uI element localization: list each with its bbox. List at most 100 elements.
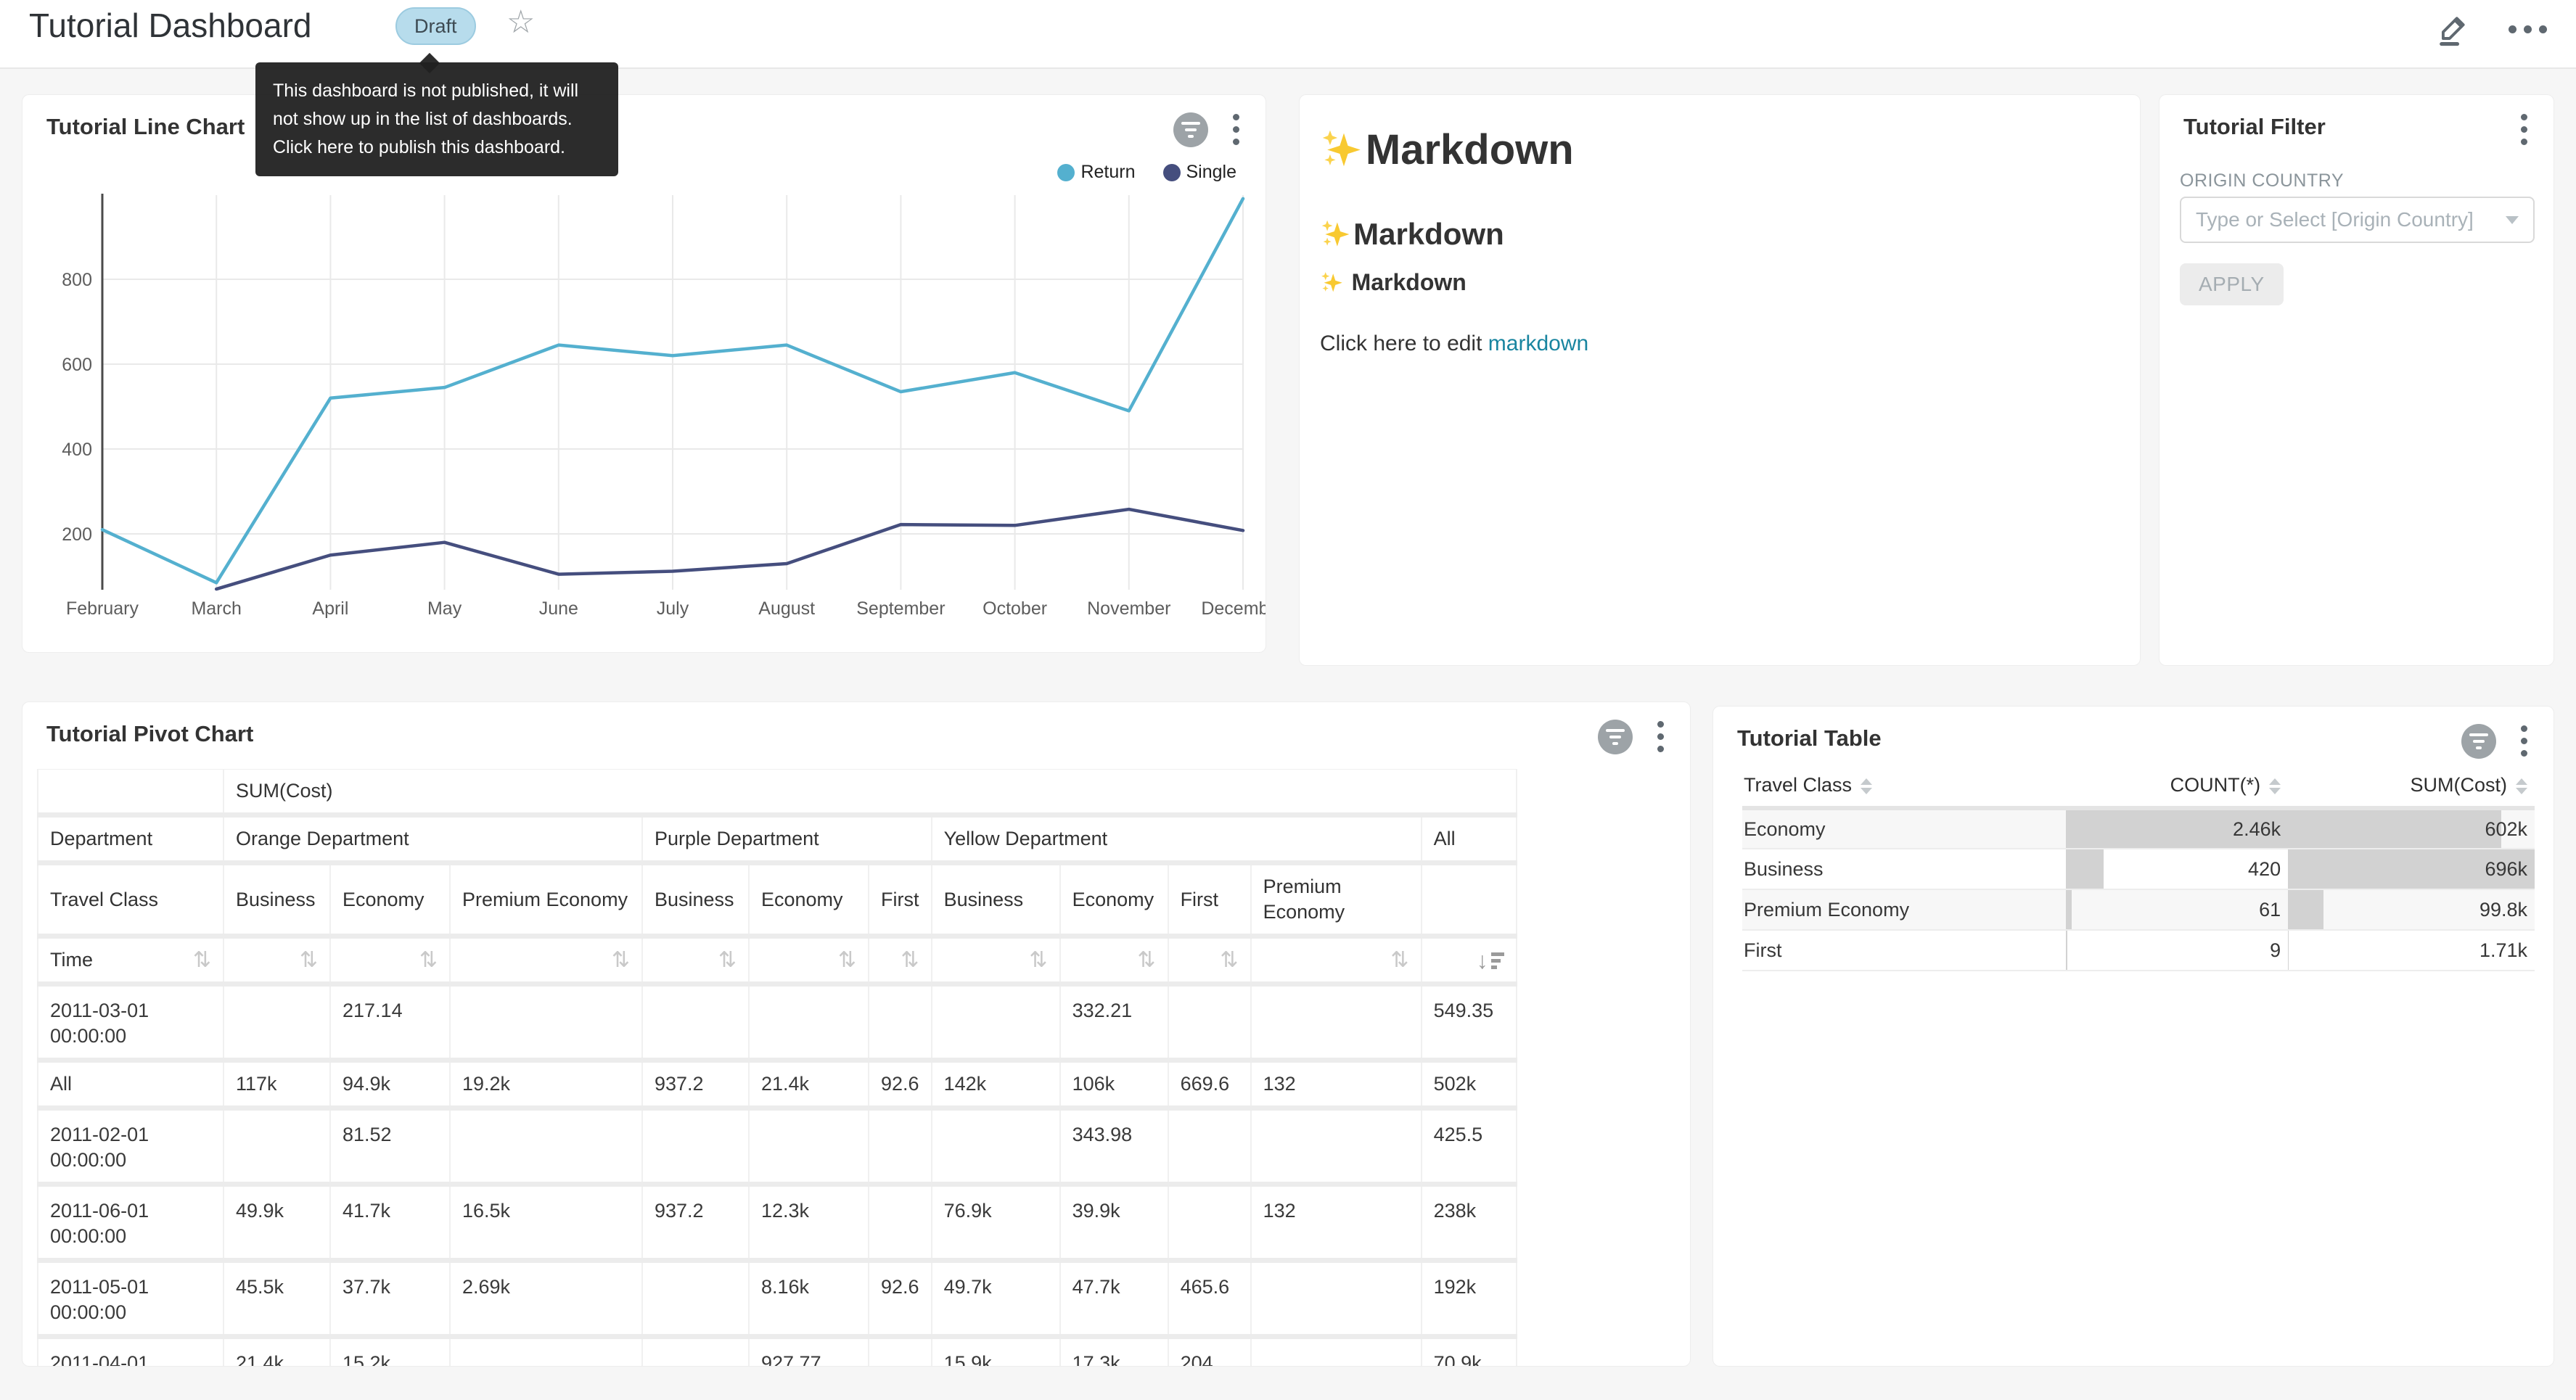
col-header-sum-cost[interactable]: SUM(Cost) (2288, 765, 2535, 808)
sum-cost-cell: 602k (2288, 808, 2535, 849)
column-sort-icon[interactable] (1861, 778, 1872, 794)
sort-toggle-icon[interactable]: ⇅ (718, 947, 737, 973)
col-header-count[interactable]: COUNT(*) (2066, 765, 2288, 808)
pivot-class-header: Economy (749, 863, 869, 936)
sort-toggle-icon[interactable]: ⇅ (300, 947, 318, 973)
sort-toggle-icon[interactable]: ⇅ (901, 947, 919, 973)
tutorial-table-grid: Travel ClassCOUNT(*)SUM(Cost) Economy2.46… (1742, 765, 2535, 971)
table-kebab-menu[interactable] (2516, 722, 2532, 759)
axis-tick-label: December (1201, 598, 1266, 619)
pivot-value-cell: 81.52 (330, 1108, 450, 1185)
pivot-department-header: Yellow Department (932, 815, 1422, 863)
travel-class-cell: Economy (1742, 808, 2066, 849)
pivot-value-cell (749, 984, 869, 1061)
pivot-value-cell (869, 984, 932, 1061)
count-bar (2066, 849, 2104, 889)
return-series-dot (1057, 164, 1075, 181)
axis-tick-label: June (539, 598, 578, 619)
pivot-value-cell (1168, 984, 1251, 1061)
sort-toggle-icon[interactable]: ⇅ (419, 947, 438, 973)
chart-kebab-menu[interactable] (1228, 111, 1244, 148)
edit-markdown-link[interactable]: markdown (1488, 332, 1588, 355)
axis-tick-label: August (758, 598, 815, 619)
pivot-value-cell (1168, 1185, 1251, 1261)
applied-filters-icon[interactable] (1598, 720, 1633, 754)
pivot-value-cell: 142k (932, 1061, 1060, 1108)
travel-class-cell: Business (1742, 849, 2066, 889)
pivot-value-cell: 39.9k (1060, 1185, 1168, 1261)
pivot-value-cell: 21.4k (749, 1061, 869, 1108)
sum-cost-cell: 696k (2288, 849, 2535, 889)
pivot-value-cell: 238k (1422, 1185, 1517, 1261)
pivot-value-cell: 669.6 (1168, 1061, 1251, 1108)
markdown-paragraph: Click here to edit markdown (1320, 332, 1588, 356)
pivot-value-cell: 21.4k (223, 1337, 330, 1367)
table-title: Tutorial Table (1737, 725, 1882, 752)
sort-toggle-icon[interactable]: ⇅ (1220, 947, 1238, 973)
edit-dashboard-button[interactable] (2435, 10, 2472, 48)
pivot-row-axis-label: Department (38, 815, 223, 863)
sort-toggle-icon[interactable]: ⇅ (1390, 947, 1408, 973)
pivot-value-cell: 217.14 (330, 984, 450, 1061)
count-bar (2066, 890, 2072, 929)
sort-toggle-icon[interactable]: ⇅ (838, 947, 856, 973)
pivot-data-row: 2011-04-01 00:00:0021.4k15.2k927.7715.9k… (38, 1337, 1517, 1367)
filter-kebab-menu[interactable] (2516, 111, 2532, 148)
pivot-value-cell: 204 (1168, 1337, 1251, 1367)
pivot-class-header: First (1168, 863, 1251, 936)
sort-toggle-icon[interactable]: ⇅ (612, 947, 630, 973)
count-cell: 2.46k (2066, 808, 2288, 849)
legend-item-single[interactable]: Single (1163, 162, 1237, 183)
sort-toggle-icon[interactable]: ⇅ (1029, 947, 1047, 973)
pivot-sort-cell: ⇅ (330, 936, 450, 984)
legend-item-return[interactable]: Return (1057, 162, 1135, 183)
count-cell: 61 (2066, 889, 2288, 930)
pivot-class-header: Business (932, 863, 1060, 936)
pivot-time-cell: 2011-05-01 00:00:00 (38, 1261, 223, 1337)
col-header-travel-class[interactable]: Travel Class (1742, 765, 2066, 808)
pivot-value-cell (450, 1337, 642, 1367)
favorite-star-icon[interactable]: ☆ (506, 1, 535, 44)
column-sort-icon[interactable] (2269, 778, 2281, 794)
pivot-value-cell (223, 984, 330, 1061)
axis-tick-label: March (191, 598, 241, 619)
pivot-sort-cell: ⇅ (749, 936, 869, 984)
pivot-all-header: All (1422, 815, 1517, 863)
sum-bar (2288, 931, 2289, 970)
pivot-class-header (1422, 863, 1517, 936)
pivot-value-cell: 94.9k (330, 1061, 450, 1108)
sort-toggle-icon[interactable]: ⇅ (1137, 947, 1155, 973)
pivot-value-cell: 47.7k (1060, 1261, 1168, 1337)
pivot-class-header: Premium Economy (1251, 863, 1422, 936)
pivot-sort-cell: ⇅ (450, 936, 642, 984)
publish-tooltip[interactable]: This dashboard is not published, it will… (255, 62, 618, 176)
pivot-value-cell (450, 984, 642, 1061)
sort-descending-active-icon[interactable]: ↓ (1477, 950, 1504, 971)
column-sort-icon[interactable] (2516, 778, 2527, 794)
pivot-kebab-menu[interactable] (1653, 718, 1668, 755)
data-table: Travel ClassCOUNT(*)SUM(Cost) Economy2.46… (1742, 765, 2535, 971)
applied-filters-icon[interactable] (1173, 112, 1208, 147)
apply-button[interactable]: APPLY (2180, 263, 2284, 305)
pivot-data-row: 2011-03-01 00:00:00217.14332.21549.35 (38, 984, 1517, 1061)
pivot-value-cell: 549.35 (1422, 984, 1517, 1061)
origin-country-select[interactable]: Type or Select [Origin Country] (2180, 197, 2535, 243)
applied-filters-icon[interactable] (2461, 724, 2496, 759)
markdown-h3: Markdown (1320, 269, 1467, 296)
pivot-data-row: 2011-06-01 00:00:0049.9k41.7k16.5k937.21… (38, 1185, 1517, 1261)
pivot-table-grid: SUM(Cost)DepartmentOrange DepartmentPurp… (37, 769, 1517, 1367)
pivot-value-cell: 12.3k (749, 1185, 869, 1261)
pivot-value-cell: 41.7k (330, 1185, 450, 1261)
sort-toggle-icon[interactable]: ⇅ (193, 947, 211, 973)
header-more-menu-button[interactable] (2509, 10, 2547, 48)
dashboard-header: Tutorial Dashboard Draft ☆ (0, 0, 2576, 69)
table-row: Premium Economy6199.8k (1742, 889, 2535, 930)
pivot-value-cell (642, 1261, 749, 1337)
draft-status-badge[interactable]: Draft (395, 7, 476, 45)
pivot-time-cell: 2011-04-01 00:00:00 (38, 1337, 223, 1367)
pivot-value-cell (450, 1108, 642, 1185)
axis-tick-label: July (657, 598, 689, 619)
pivot-value-cell: 425.5 (1422, 1108, 1517, 1185)
pivot-value-cell (869, 1108, 932, 1185)
pivot-value-cell: 19.2k (450, 1061, 642, 1108)
